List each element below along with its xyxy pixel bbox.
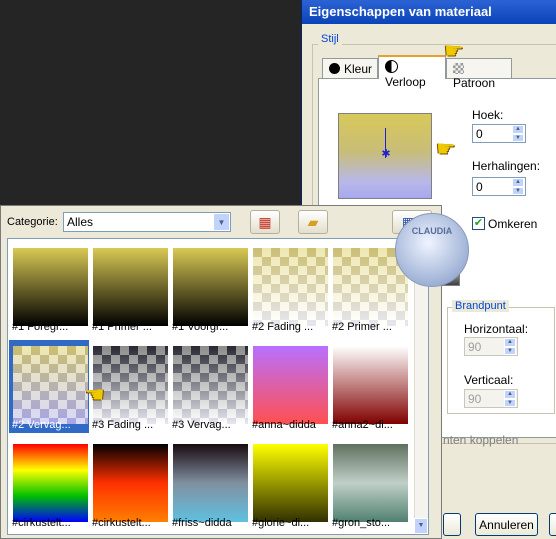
horizontaal-input[interactable]: 90 ▲ ▼ — [464, 337, 518, 356]
horizontaal-spinner[interactable]: ▲ ▼ — [504, 338, 516, 355]
gradient-thumbnail — [13, 444, 88, 522]
gradient-swatch-item[interactable]: #cirkustelt... — [9, 438, 89, 531]
gradient-name: #3 Vervag... — [172, 419, 231, 431]
gradient-grid: #1 Foregr... #1 Primer ... #1 Voorgr... #2 … — [7, 238, 429, 535]
gradient-name: #glorie~di... — [252, 517, 310, 529]
gradient-name: #anna~didda — [252, 419, 316, 431]
category-select[interactable]: Alles — [63, 212, 231, 232]
gradient-thumbnail — [93, 444, 168, 522]
gradient-thumbnail — [173, 346, 248, 424]
gradient-name: #cirkustelt... — [12, 517, 71, 529]
gradient-name: #anna2~di... — [332, 419, 393, 431]
gradient-name: #1 Primer ... — [92, 321, 152, 333]
gradient-name: #2 Fading ... — [252, 321, 314, 333]
tab-kleur[interactable]: Kleur — [322, 58, 378, 78]
gradient-thumbnail — [333, 346, 408, 424]
gradient-name: #2 Vervag... — [12, 419, 71, 431]
cancel-button[interactable]: Annuleren — [475, 513, 538, 536]
hand-pointer-icon: ☛ — [444, 38, 464, 63]
gradient-swatch-item[interactable]: #2 Vervag... — [9, 340, 89, 433]
verticaal-input[interactable]: 90 ▲ ▼ — [464, 389, 518, 408]
herhalingen-spinner[interactable]: ▲ ▼ — [512, 178, 524, 195]
gradient-icon — [385, 60, 398, 73]
gradient-name: #3 Fading ... — [92, 419, 154, 431]
gradient-thumbnail — [13, 346, 88, 424]
hand-pointer-icon: ☛ — [436, 136, 456, 161]
omkeren-label: Omkeren — [488, 217, 538, 231]
herhalingen-input[interactable]: 0 ▲ ▼ — [472, 177, 526, 196]
gradient-name: #1 Foregr... — [12, 321, 69, 333]
center-marker-icon[interactable]: ✱ — [380, 148, 392, 160]
gradient-swatch-item[interactable]: #1 Foregr... — [9, 242, 89, 335]
stijl-label: Stijl — [318, 33, 342, 45]
verticaal-spinner[interactable]: ▲ ▼ — [504, 390, 516, 407]
pattern-icon — [453, 63, 464, 74]
gradient-thumbnail — [13, 248, 88, 326]
ok-button-partial[interactable] — [443, 513, 461, 536]
gradient-swatch-item[interactable]: #friss~didda — [169, 438, 249, 531]
verticaal-label: Verticaal: — [464, 373, 514, 387]
category-value: Alles — [67, 215, 94, 229]
palette-icon: ▦ — [258, 214, 272, 230]
folder-button[interactable]: ▰ — [298, 210, 328, 234]
gradient-name: #gron_sto... — [332, 517, 391, 529]
gradient-swatch-item[interactable]: #1 Voorgr... — [169, 242, 249, 335]
tab-verloop-label: Verloop — [385, 75, 426, 89]
gradient-thumbnail — [173, 248, 248, 326]
scroll-down-button[interactable]: ▼ — [414, 518, 428, 534]
brandpunt-label: Brandpunt — [452, 300, 509, 312]
dialog-title: Eigenschappen van materiaal — [302, 0, 556, 24]
gradient-thumbnail — [93, 248, 168, 326]
hoek-value: 0 — [476, 127, 483, 141]
gradient-name: #1 Voorgr... — [172, 321, 229, 333]
gradient-thumbnail — [253, 248, 328, 326]
omkeren-checkbox[interactable]: ✔ — [472, 217, 485, 230]
tab-kleur-label: Kleur — [344, 62, 373, 76]
gradient-name: #friss~didda — [172, 517, 232, 529]
chevron-down-icon[interactable]: ▼ — [213, 213, 230, 231]
hoek-spinner[interactable]: ▲ ▼ — [512, 125, 524, 142]
gradient-thumbnail — [173, 444, 248, 522]
gradient-swatch-item[interactable]: #anna~didda — [249, 340, 329, 433]
gradient-swatch-item[interactable]: #cirkustelt... — [89, 438, 169, 531]
gradient-name: #cirkustelt... — [92, 517, 151, 529]
tab-patroon-label: Patroon — [453, 76, 496, 90]
color-dot-icon — [329, 63, 340, 74]
gradient-swatch-item[interactable]: #glorie~di... — [249, 438, 329, 531]
gradient-swatch-item[interactable]: #gron_sto... — [329, 438, 409, 531]
folder-icon: ▰ — [307, 214, 319, 230]
gradient-swatch-item[interactable]: #1 Primer ... — [89, 242, 169, 335]
tab-verloop[interactable]: Verloop — [378, 55, 446, 89]
horizontaal-value: 90 — [468, 340, 482, 354]
gradient-swatch-item[interactable]: #anna2~di... — [329, 340, 409, 433]
gradient-swatch-item[interactable]: #2 Fading ... — [249, 242, 329, 335]
gradient-name: #2 Primer ... — [332, 321, 392, 333]
gradient-thumbnail — [253, 444, 328, 522]
koppelen-label: nten koppelen — [443, 433, 519, 447]
help-button-partial[interactable] — [549, 513, 556, 536]
gradient-thumbnail — [253, 346, 328, 424]
gradient-thumbnail — [333, 444, 408, 522]
horizontaal-label: Horizontaal: — [464, 322, 529, 336]
herhalingen-value: 0 — [476, 180, 483, 194]
verticaal-value: 90 — [468, 392, 482, 406]
herhalingen-label: Herhalingen: — [472, 159, 541, 173]
hand-pointer-icon: ☛ — [85, 382, 105, 407]
hoek-label: Hoek: — [472, 108, 504, 122]
hoek-input[interactable]: 0 ▲ ▼ — [472, 124, 526, 143]
category-label: Categorie: — [7, 216, 58, 228]
resource-manager-button[interactable]: ▦ — [250, 210, 280, 234]
gradient-swatch-item[interactable]: #3 Vervag... — [169, 340, 249, 433]
watermark-logo: CLAUDIA — [395, 213, 469, 287]
